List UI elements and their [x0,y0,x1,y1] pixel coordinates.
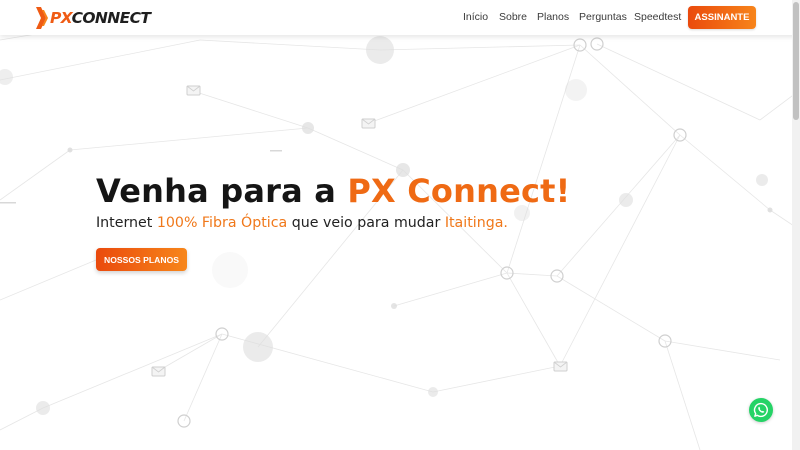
hero-title: Venha para a PX Connect! [96,172,570,210]
brand-name-suffix: CONNECT [71,9,151,27]
nav-item-inicio[interactable]: Início [463,11,488,23]
hero-subtitle-highlight-city: Itaitinga. [444,215,508,231]
brand-logo[interactable]: PXCONNECT [35,7,151,29]
nav-item-perguntas[interactable]: Perguntas [579,11,627,23]
hero-subtitle: Internet 100% Fibra Óptica que veio para… [96,215,508,231]
scrollbar-thumb[interactable] [793,2,799,120]
nav-item-sobre[interactable]: Sobre [499,11,527,23]
page-scrollbar[interactable] [792,0,800,450]
logo-mark-icon [36,7,48,29]
brand-name: PXCONNECT [50,9,151,27]
nav-item-planos[interactable]: Planos [537,11,569,23]
hero-subtitle-highlight-fiber: 100% Fibra Óptica [156,215,288,231]
site-header: PXCONNECT Início Sobre Planos Perguntas … [0,0,800,35]
assinante-button[interactable]: ASSINANTE [688,6,756,29]
hero-subtitle-part2: que veio para mudar [287,215,445,231]
whatsapp-button[interactable] [749,398,773,422]
whatsapp-icon [753,402,768,418]
nossos-planos-button[interactable]: NOSSOS PLANOS [96,248,187,271]
hero-title-lead: Venha para a [96,172,348,210]
hero-title-highlight: PX Connect! [347,172,571,210]
brand-name-prefix: PX [50,9,72,27]
nav-item-speedtest[interactable]: Speedtest [634,11,681,23]
hero-subtitle-part1: Internet [96,215,157,231]
